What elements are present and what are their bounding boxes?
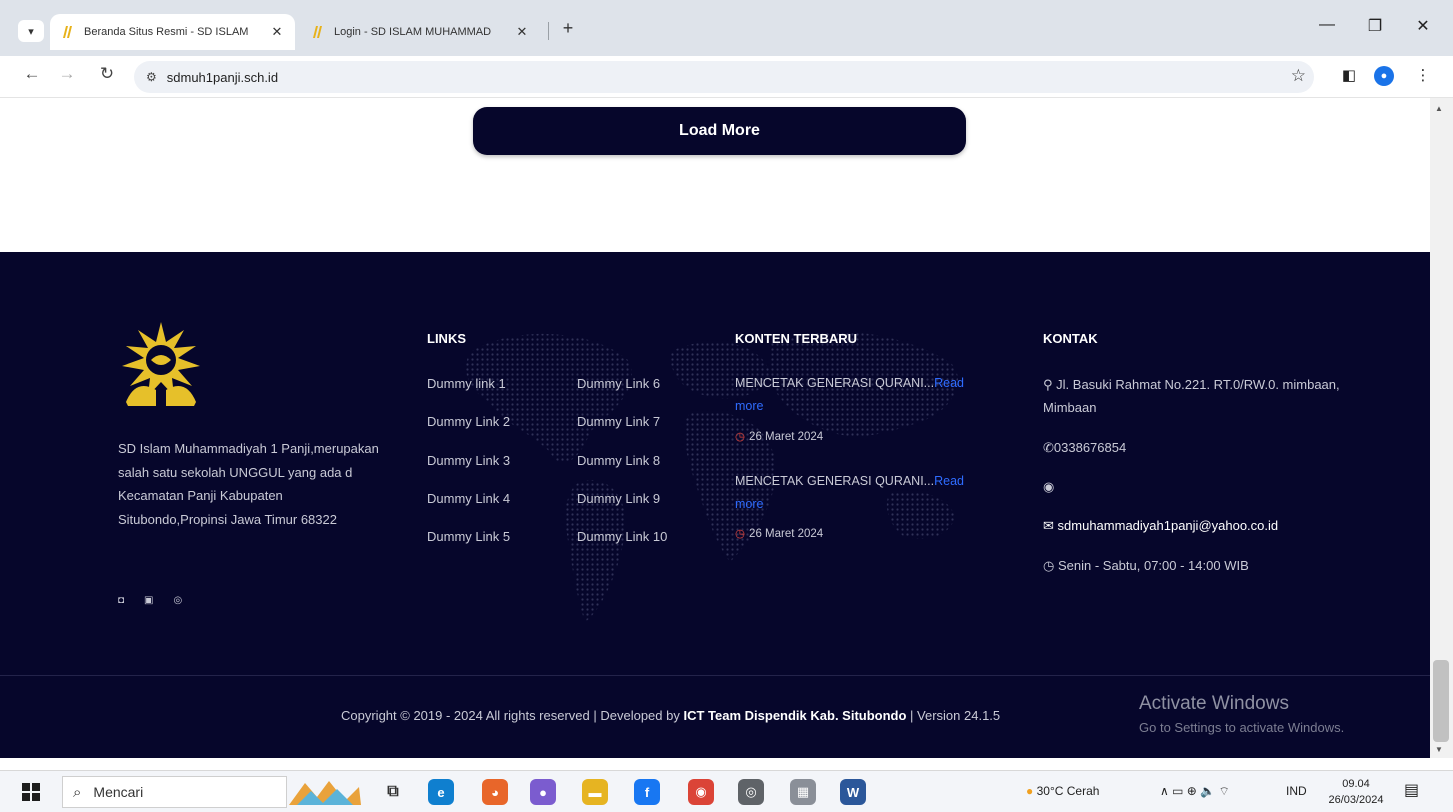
search-placeholder: Mencari [93, 784, 144, 800]
minimize-icon[interactable]: — [1312, 16, 1342, 42]
restore-icon[interactable]: ❐ [1360, 16, 1390, 42]
reload-icon[interactable]: ↻ [95, 64, 119, 84]
word-icon[interactable]: W [840, 779, 866, 805]
load-more-button[interactable]: Load More [473, 107, 966, 155]
post-title[interactable]: MENCETAK GENERASI QURANI... [735, 376, 934, 390]
notification-icon[interactable]: ▤ [1404, 780, 1419, 800]
window-close-icon[interactable]: ✕ [1408, 16, 1438, 42]
tab-close-icon[interactable]: ✕ [514, 24, 530, 40]
post-title[interactable]: MENCETAK GENERASI QURANI... [735, 474, 934, 488]
developer-link[interactable]: ICT Team Dispendik Kab. Situbondo [683, 708, 906, 723]
system-tray-icons[interactable]: ∧ ▭ ⊕ 🔈 ⌔ [1160, 784, 1230, 799]
site-info-icon[interactable]: ⚙ [146, 70, 157, 84]
footer-link[interactable]: Dummy Link 8 [577, 453, 660, 468]
facebook-app-icon[interactable]: f [634, 779, 660, 805]
site-footer: SD Islam Muhammadiyah 1 Panji,merupakan … [0, 252, 1430, 758]
tab-title: Login - SD ISLAM MUHAMMAD [334, 26, 492, 38]
muhammadiyah-logo-icon [122, 322, 200, 406]
page-viewport: Load More SD Islam Muhammadiyah 1 Panji,… [0, 98, 1430, 758]
clock-icon: ◷ [735, 528, 746, 540]
scroll-up-arrow-icon[interactable]: ▲ [1435, 104, 1443, 113]
windows-start-icon[interactable] [22, 783, 40, 801]
footer-link[interactable]: Dummy Link 4 [427, 491, 510, 506]
news-post[interactable]: MENCETAK GENERASI QURANI...Read more [735, 470, 995, 516]
email-icon: ✉ [1043, 518, 1054, 533]
map-pin-icon: ⚲ [1043, 377, 1053, 392]
tab-close-icon[interactable]: ✕ [269, 24, 285, 40]
tab-beranda[interactable]: Beranda Situs Resmi - SD ISLAM ✕ [50, 14, 295, 50]
footer-link[interactable]: Dummy Link 5 [427, 529, 510, 544]
back-icon[interactable]: ← [20, 64, 44, 84]
footer-link[interactable]: Dummy link 1 [427, 376, 506, 391]
weather-sun-icon: ● [1026, 784, 1034, 798]
clock-time: 09.04 [1342, 778, 1370, 790]
contact-email[interactable]: ✉ sdmuhammadiyah1panji@yahoo.co.id [1043, 514, 1343, 537]
bookmark-star-icon[interactable]: ☆ [1291, 66, 1306, 86]
task-view-icon[interactable]: ⧉ [380, 779, 406, 805]
menu-kebab-icon[interactable]: ⋮ [1412, 66, 1434, 84]
news-post[interactable]: MENCETAK GENERASI QURANI...Read more [735, 372, 995, 418]
new-tab-icon[interactable]: + [558, 18, 578, 39]
footer-link[interactable]: Dummy Link 7 [577, 414, 660, 429]
search-icon: ⌕ [73, 783, 82, 801]
copyright-text: Copyright © 2019 - 2024 All rights reser… [341, 708, 1001, 723]
footer-link[interactable]: Dummy Link 10 [577, 529, 667, 544]
taskbar-clock[interactable]: 09.04 26/03/2024 [1325, 776, 1387, 808]
contact-phone[interactable]: ✆0338676854 [1043, 436, 1343, 459]
teams-icon[interactable]: ● [530, 779, 556, 805]
clock-icon: ◷ [735, 431, 746, 443]
footer-link[interactable]: Dummy Link 3 [427, 453, 510, 468]
footer-link[interactable]: Dummy Link 2 [427, 414, 510, 429]
footer-link[interactable]: Dummy Link 6 [577, 376, 660, 391]
contact-hours: ◷ Senin - Sabtu, 07:00 - 14:00 WIB [1043, 558, 1249, 573]
footer-divider [0, 675, 1430, 676]
contact-website: ◉ [1043, 475, 1343, 498]
weather-widget[interactable]: ● 30°C Cerah [1026, 784, 1099, 798]
site-favicon-icon [313, 26, 322, 38]
contact-heading: KONTAK [1043, 331, 1098, 346]
post-date: ◷ 26 Maret 2024 [735, 431, 824, 443]
address-text: sdmuh1panji.sch.id [166, 69, 279, 85]
browser-tab-bar: ▾ Beranda Situs Resmi - SD ISLAM ✕ Login… [0, 0, 1453, 56]
clock-date: 26/03/2024 [1328, 794, 1384, 806]
taskbar-search-input[interactable]: ⌕ Mencari [62, 776, 287, 808]
firefox-icon[interactable]: ◕ [482, 779, 508, 805]
browser-toolbar: ← → ↻ ⚙ sdmuh1panji.sch.id ☆ ◧ ● ⋮ [0, 56, 1453, 98]
photos-icon[interactable]: ▦ [790, 779, 816, 805]
site-favicon-icon [63, 26, 72, 38]
instagram-icon[interactable]: ◘ [118, 595, 124, 606]
school-description: SD Islam Muhammadiyah 1 Panji,merupakan … [118, 441, 379, 527]
tab-separator [548, 22, 549, 40]
forward-icon[interactable]: → [55, 64, 79, 84]
globe-icon: ◉ [1043, 479, 1055, 494]
clock-icon: ◷ [1043, 558, 1055, 573]
windows-taskbar: ⌕ Mencari ⧉ e ◕ ● ▬ f ◉ ◎ ▦ W ● 30°C Cer… [0, 770, 1453, 812]
profile-avatar-icon[interactable]: ● [1374, 66, 1394, 86]
address-bar[interactable]: ⚙ sdmuh1panji.sch.id ☆ [134, 61, 1314, 93]
tab-login[interactable]: Login - SD ISLAM MUHAMMAD ✕ [300, 14, 540, 50]
activate-windows-subtitle: Go to Settings to activate Windows. [1139, 720, 1345, 735]
language-indicator[interactable]: IND [1286, 784, 1307, 798]
facebook-icon[interactable]: ▣ [144, 595, 153, 606]
activate-windows-title: Activate Windows [1139, 693, 1289, 714]
footer-link[interactable]: Dummy Link 9 [577, 491, 660, 506]
tab-title: Beranda Situs Resmi - SD ISLAM [84, 26, 249, 38]
social-links: ◘ ▣ ◎ [118, 595, 182, 606]
chrome-icon[interactable]: ◉ [688, 779, 714, 805]
latest-content-heading: KONTEN TERBARU [735, 331, 858, 346]
links-heading: LINKS [427, 331, 466, 346]
web-icon[interactable]: ◎ [174, 595, 183, 606]
scroll-down-arrow-icon[interactable]: ▼ [1435, 745, 1443, 754]
side-panel-icon[interactable]: ◧ [1338, 66, 1360, 84]
chrome-profile-icon[interactable]: ◎ [738, 779, 764, 805]
search-highlight-icon[interactable] [287, 777, 363, 807]
scrollbar-thumb[interactable] [1433, 660, 1449, 742]
post-date: ◷ 26 Maret 2024 [735, 528, 824, 540]
tab-search-dropdown-icon[interactable]: ▾ [18, 20, 44, 42]
phone-icon: ✆ [1043, 440, 1054, 455]
page-scrollbar[interactable] [1430, 98, 1453, 758]
edge-icon[interactable]: e [428, 779, 454, 805]
contact-address: ⚲ Jl. Basuki Rahmat No.221. RT.0/RW.0. m… [1043, 377, 1340, 415]
file-explorer-icon[interactable]: ▬ [582, 779, 608, 805]
